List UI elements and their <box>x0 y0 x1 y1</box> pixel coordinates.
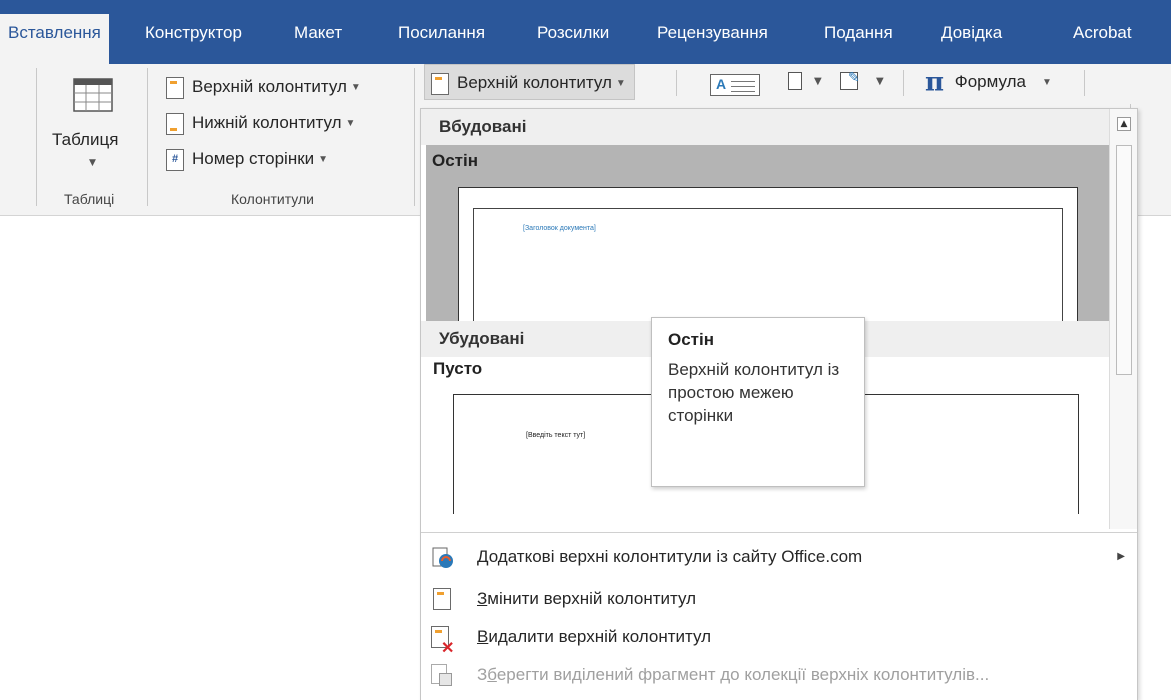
formula-button[interactable]: π Формула ▼ <box>925 64 1052 100</box>
tab-review[interactable]: Рецензування <box>657 16 768 64</box>
gallery-item-austin[interactable]: Остін [Заголовок документа] <box>426 145 1110 328</box>
menu-item-label: идалити верхній колонтитул <box>488 627 712 646</box>
chevron-down-icon: ▼ <box>350 81 361 93</box>
scroll-up-arrow-icon[interactable]: ▲ <box>1117 117 1131 131</box>
separator <box>36 68 37 206</box>
chevron-down-icon: ▼ <box>814 76 822 87</box>
accelerator-key: Д <box>477 547 489 566</box>
page-number-button-label: Номер сторінки <box>192 149 315 168</box>
tab-acrobat[interactable]: Acrobat <box>1073 16 1132 64</box>
page-preview: [Заголовок документа] <box>458 187 1078 328</box>
menu-item-label-start: З <box>477 665 488 684</box>
chevron-down-icon: ▼ <box>345 117 356 129</box>
pen-icon: ✎ <box>848 70 860 86</box>
menu-item-label: одаткові верхні колонтитули із сайту Off… <box>488 547 863 566</box>
submenu-arrow-icon: ▶ <box>1117 551 1125 562</box>
header-button[interactable]: Верхній колонтитул ▼ <box>166 72 361 102</box>
more-headers-menu-item[interactable]: Додаткові верхні колонтитули із сайту Of… <box>421 539 1137 575</box>
edit-header-menu-item[interactable]: Змінити верхній колонтитул <box>421 581 1137 617</box>
header-button-label: Верхній колонтитул <box>192 77 347 96</box>
tooltip: Остін Верхній колонтитул із простою меже… <box>651 317 865 487</box>
ribbon-tab-bar: Вставлення Конструктор Макет Посилання Р… <box>0 0 1171 64</box>
edit-header-icon <box>433 588 451 610</box>
header-dropdown-button[interactable]: Верхній колонтитул ▼ <box>424 64 635 100</box>
chevron-down-icon: ▼ <box>615 77 626 89</box>
remove-header-menu-item[interactable]: ✕ Видалити верхній колонтитул <box>421 619 1137 657</box>
header-icon <box>166 76 184 99</box>
gallery-scrollbar[interactable]: ▲ <box>1109 109 1137 529</box>
tables-group-label: Таблиці <box>64 191 115 207</box>
table-icon <box>73 78 113 112</box>
footer-button[interactable]: Нижній колонтитул ▼ <box>166 108 355 138</box>
chevron-down-icon: ▼ <box>318 153 329 165</box>
quick-parts-icon <box>788 72 802 90</box>
remove-header-icon: ✕ <box>431 626 455 657</box>
page-number-button[interactable]: # Номер сторінки ▼ <box>166 144 328 174</box>
chevron-down-icon: ▼ <box>1041 76 1052 88</box>
title-placeholder: [Заголовок документа] <box>523 225 596 232</box>
word-window: Вставлення Конструктор Макет Посилання Р… <box>0 0 1171 700</box>
signature-button[interactable]: ✎ ▼ <box>838 68 888 96</box>
chevron-down-icon: ▼ <box>876 76 884 87</box>
tab-help[interactable]: Довідка <box>941 16 1002 64</box>
save-to-gallery-icon <box>431 664 455 688</box>
save-selection-menu-item[interactable]: Зберегти виділений фрагмент до колекції … <box>421 657 1137 693</box>
tooltip-body: Верхній колонтитул із простою межею стор… <box>668 360 840 425</box>
tooltip-title: Остін <box>668 330 714 349</box>
table-button-label: Таблиця <box>52 130 119 149</box>
separator <box>1084 70 1085 96</box>
tab-references[interactable]: Посилання <box>398 16 485 64</box>
menu-item-label: мінити верхній колонтитул <box>487 589 697 608</box>
page-number-icon: # <box>166 148 184 171</box>
gallery-item-blank-title: Пусто <box>433 359 483 378</box>
separator <box>147 68 148 206</box>
formula-label: Формула <box>954 72 1026 91</box>
quick-parts-button[interactable]: ▼ <box>786 68 826 96</box>
text-placeholder: [Введіть текст тут] <box>526 432 586 439</box>
accelerator-key: З <box>477 589 488 608</box>
table-button[interactable]: Таблиця ▼ <box>44 72 144 184</box>
section-builtin: Вбудовані <box>421 109 1110 145</box>
tab-insert[interactable]: Вставлення <box>0 14 109 64</box>
separator <box>903 70 904 96</box>
text-box-icon[interactable]: A <box>710 74 760 96</box>
tab-mailings[interactable]: Розсилки <box>537 16 609 64</box>
header-dropdown-label: Верхній колонтитул <box>457 73 612 92</box>
header-icon <box>431 72 449 95</box>
header-menu: Додаткові верхні колонтитули із сайту Of… <box>421 532 1137 700</box>
footer-button-label: Нижній колонтитул <box>192 113 342 132</box>
separator <box>414 68 415 206</box>
accelerator-key: В <box>477 627 489 646</box>
tab-view[interactable]: Подання <box>824 16 893 64</box>
menu-item-label: ерегти виділений фрагмент до колекції ве… <box>496 665 990 684</box>
tab-layout[interactable]: Макет <box>294 16 342 64</box>
gallery-item-title: Остін <box>432 151 478 170</box>
tab-design[interactable]: Конструктор <box>145 16 242 64</box>
footer-icon <box>166 112 184 135</box>
headers-group-label: Колонтитули <box>231 191 314 207</box>
accelerator-key: б <box>487 665 497 684</box>
office-com-icon <box>432 547 453 568</box>
scroll-thumb[interactable] <box>1116 145 1132 375</box>
pi-icon: π <box>925 67 945 98</box>
chevron-down-icon: ▼ <box>89 158 96 168</box>
separator <box>676 70 677 96</box>
